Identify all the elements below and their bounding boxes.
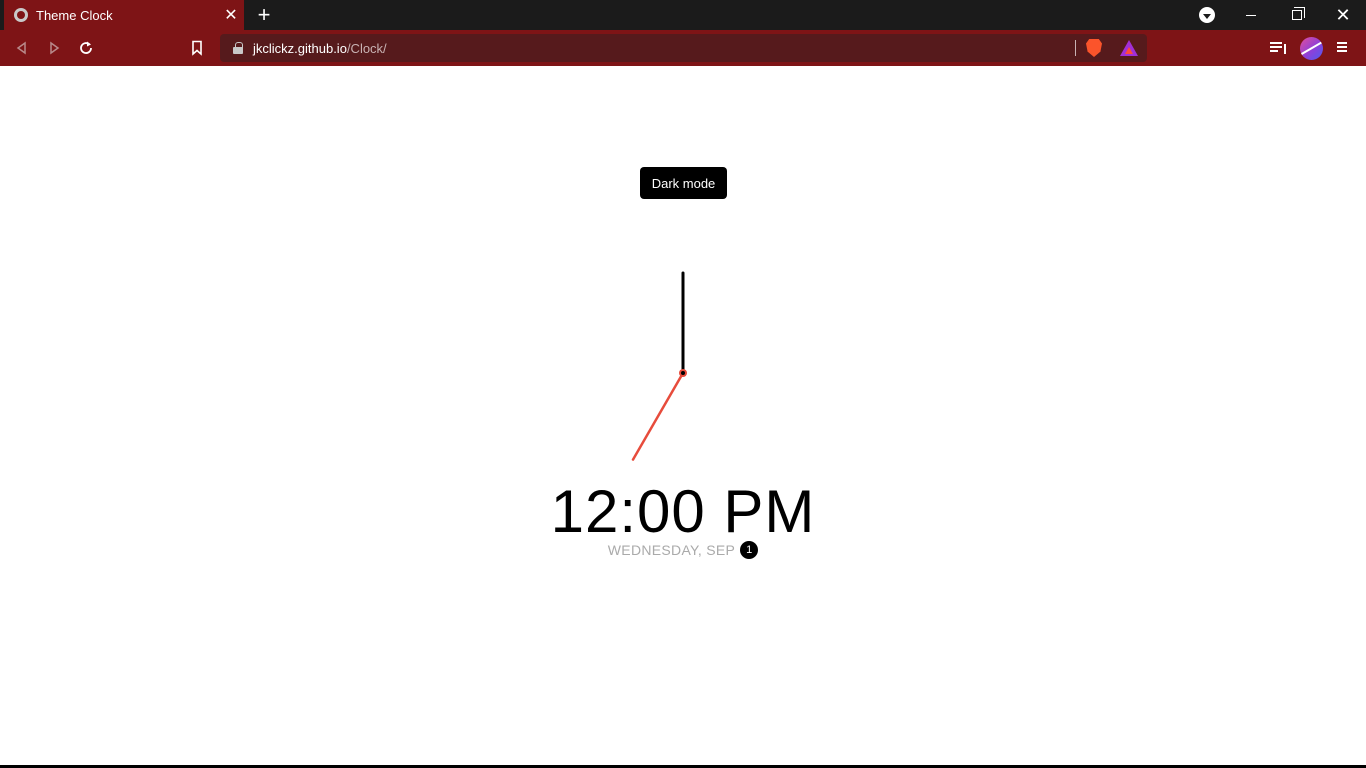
back-button[interactable] bbox=[9, 35, 35, 61]
minimize-icon bbox=[1246, 14, 1256, 16]
brave-rewards-icon[interactable] bbox=[1120, 40, 1138, 56]
clock-center-dot bbox=[681, 371, 685, 375]
lock-icon[interactable] bbox=[233, 42, 243, 54]
date-row: WEDNESDAY, SEP 1 bbox=[0, 541, 1366, 559]
reload-button[interactable] bbox=[73, 35, 99, 61]
restore-icon bbox=[1292, 7, 1305, 20]
bookmark-button[interactable] bbox=[184, 35, 210, 61]
digital-time: 12:00 PM bbox=[550, 478, 816, 545]
address-bar[interactable]: jkclickz.github.io/Clock/ bbox=[220, 34, 1147, 62]
clock-face bbox=[631, 271, 687, 461]
page-content: Dark mode 12:00 PM WEDNESDAY, SEP 1 bbox=[0, 67, 1366, 768]
second-hand bbox=[631, 371, 685, 461]
tab-theme-clock[interactable]: Theme Clock ✕ bbox=[4, 0, 244, 30]
media-queue-icon[interactable] bbox=[1270, 40, 1288, 56]
dark-mode-toggle[interactable]: Dark mode bbox=[640, 167, 727, 199]
avatar[interactable] bbox=[1300, 37, 1323, 60]
restore-button[interactable] bbox=[1274, 0, 1320, 30]
tab-search-icon[interactable] bbox=[1199, 7, 1215, 23]
tab-close-icon[interactable]: ✕ bbox=[218, 2, 244, 28]
reload-icon bbox=[80, 41, 92, 54]
date-text: WEDNESDAY, SEP bbox=[607, 542, 736, 558]
browser-titlebar: Theme Clock ✕ + ✕ bbox=[0, 0, 1366, 30]
brave-shields-icon[interactable] bbox=[1086, 39, 1102, 57]
new-tab-button[interactable]: + bbox=[252, 2, 276, 27]
back-icon bbox=[16, 41, 26, 55]
close-window-button[interactable]: ✕ bbox=[1320, 0, 1366, 30]
url-host: jkclickz.github.io bbox=[253, 40, 347, 56]
minimize-button[interactable] bbox=[1228, 0, 1274, 30]
forward-icon bbox=[50, 41, 60, 55]
url-path: /Clock/ bbox=[346, 40, 387, 56]
date-day-badge: 1 bbox=[740, 541, 759, 559]
url-separator bbox=[1075, 40, 1076, 56]
menu-icon[interactable] bbox=[1337, 41, 1349, 53]
analog-clock bbox=[583, 267, 783, 467]
globe-icon bbox=[14, 8, 28, 22]
forward-button[interactable] bbox=[41, 35, 67, 61]
bookmark-icon bbox=[192, 40, 202, 56]
tab-title: Theme Clock bbox=[36, 7, 113, 23]
